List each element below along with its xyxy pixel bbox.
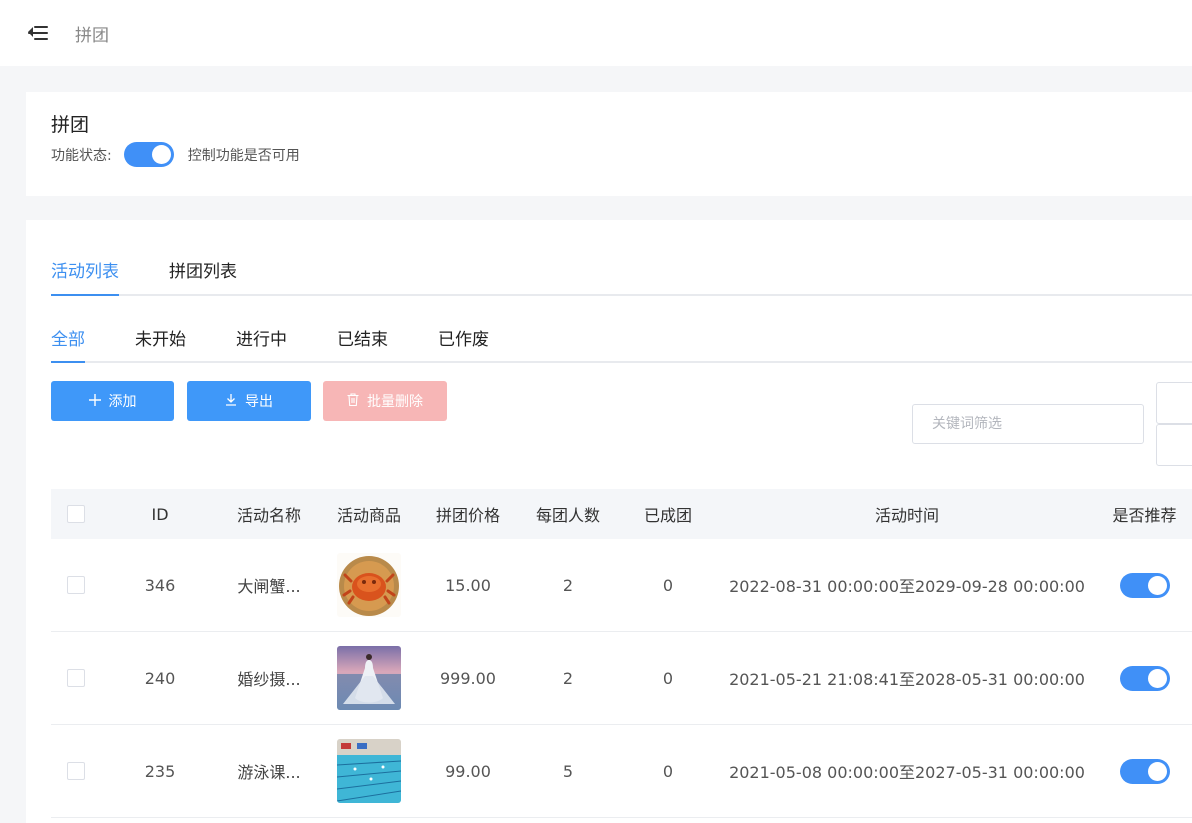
activity-time: 2022-08-31 00:00:00至2029-09-28 00:00:00	[729, 577, 1085, 596]
feature-status-switch[interactable]	[123, 142, 174, 167]
add-button[interactable]: 添加	[51, 381, 174, 421]
row-checkbox[interactable]	[67, 669, 85, 687]
column-header: 拼团价格	[435, 506, 500, 525]
select-all-checkbox[interactable]	[67, 505, 85, 523]
table-header: ID 活动名称 活动商品 拼团价格 每团人数 已成团 活动时间 是否推荐	[51, 489, 1192, 539]
switch-knob	[151, 145, 171, 164]
row-checkbox[interactable]	[67, 762, 85, 780]
subtab-ended[interactable]: 已结束	[337, 325, 388, 361]
activity-table: ID 活动名称 活动商品 拼团价格 每团人数 已成团 活动时间 是否推荐 346…	[51, 489, 1192, 818]
download-icon	[225, 392, 237, 410]
row-id: 235	[144, 761, 176, 781]
status-label: 功能状态:	[51, 147, 112, 164]
activity-name: 大闸蟹...	[237, 577, 301, 596]
breadcrumb: 拼团	[75, 25, 109, 46]
row-id: 346	[144, 575, 176, 595]
table-row: 240 婚纱摄... 999.00 2 0 2021-05-21 21:08:4…	[51, 632, 1192, 725]
group-price: 99.00	[445, 761, 491, 781]
group-price: 15.00	[445, 575, 491, 595]
product-image-swimming-pool[interactable]	[337, 739, 401, 803]
subtab-voided[interactable]: 已作废	[438, 325, 489, 361]
subtab-not-started[interactable]: 未开始	[135, 325, 186, 361]
column-header: 活动时间	[874, 506, 939, 525]
recommend-switch[interactable]	[1119, 665, 1170, 691]
batch-delete-label: 批量删除	[367, 394, 423, 410]
tab-activity-list[interactable]: 活动列表	[51, 257, 119, 296]
plus-icon	[88, 392, 101, 410]
export-button[interactable]: 导出	[187, 381, 311, 421]
toolbar-side-button-top[interactable]	[1156, 382, 1192, 424]
column-header: 活动商品	[336, 506, 401, 525]
activity-time: 2021-05-08 00:00:00至2027-05-31 00:00:00	[729, 763, 1085, 782]
page-title: 拼团	[51, 114, 90, 136]
subtab-all[interactable]: 全部	[51, 325, 85, 363]
row-checkbox[interactable]	[67, 576, 85, 594]
activity-time: 2021-05-21 21:08:41至2028-05-31 00:00:00	[729, 670, 1085, 689]
subtab-in-progress[interactable]: 进行中	[236, 325, 287, 361]
product-image-crab[interactable]	[337, 553, 401, 617]
column-header: 每团人数	[535, 506, 600, 525]
people-per-group: 2	[562, 575, 574, 595]
batch-delete-button[interactable]: 批量删除	[323, 381, 447, 421]
column-header: ID	[151, 504, 169, 524]
switch-knob	[1147, 575, 1167, 595]
groups-formed: 0	[662, 668, 674, 688]
table-row: 346 大闸蟹... 15.00 2 0 2022-08-31 00:00:00…	[51, 539, 1192, 632]
recommend-switch[interactable]	[1119, 758, 1170, 784]
main-tabs: 活动列表 拼团列表	[51, 257, 1192, 296]
people-per-group: 2	[562, 668, 574, 688]
status-tip: 控制功能是否可用	[187, 147, 300, 164]
groups-formed: 0	[662, 761, 674, 781]
toolbar-side-button-bottom[interactable]	[1156, 424, 1192, 466]
activity-name: 游泳课...	[237, 763, 301, 782]
column-header: 活动名称	[236, 506, 301, 525]
column-header: 是否推荐	[1112, 506, 1177, 525]
row-id: 240	[144, 668, 176, 688]
keyword-search-input[interactable]	[912, 404, 1144, 444]
status-filter-tabs: 全部 未开始 进行中 已结束 已作废	[51, 325, 1192, 363]
tab-group-list[interactable]: 拼团列表	[169, 257, 237, 294]
top-bar: 拼团	[0, 0, 1192, 66]
table-row: 235 游泳课... 99.00 5 0 2021-05-08 00:00:00…	[51, 725, 1192, 818]
people-per-group: 5	[562, 761, 574, 781]
product-image-wedding[interactable]	[337, 646, 401, 710]
settings-card: 拼团 功能状态: 控制功能是否可用	[26, 92, 1192, 196]
activity-name: 婚纱摄...	[237, 670, 301, 689]
add-button-label: 添加	[108, 394, 137, 410]
column-header: 已成团	[643, 506, 692, 525]
groups-formed: 0	[662, 575, 674, 595]
trash-icon	[347, 392, 359, 410]
switch-knob	[1147, 761, 1167, 781]
recommend-switch[interactable]	[1119, 572, 1170, 598]
status-row: 功能状态: 控制功能是否可用	[51, 142, 300, 167]
menu-fold-icon[interactable]	[28, 25, 48, 41]
activity-card: 活动列表 拼团列表 全部 未开始 进行中 已结束 已作废 添加 导出 批量删除 …	[26, 220, 1192, 823]
switch-knob	[1147, 668, 1167, 688]
group-price: 999.00	[440, 668, 496, 688]
export-button-label: 导出	[245, 394, 273, 410]
